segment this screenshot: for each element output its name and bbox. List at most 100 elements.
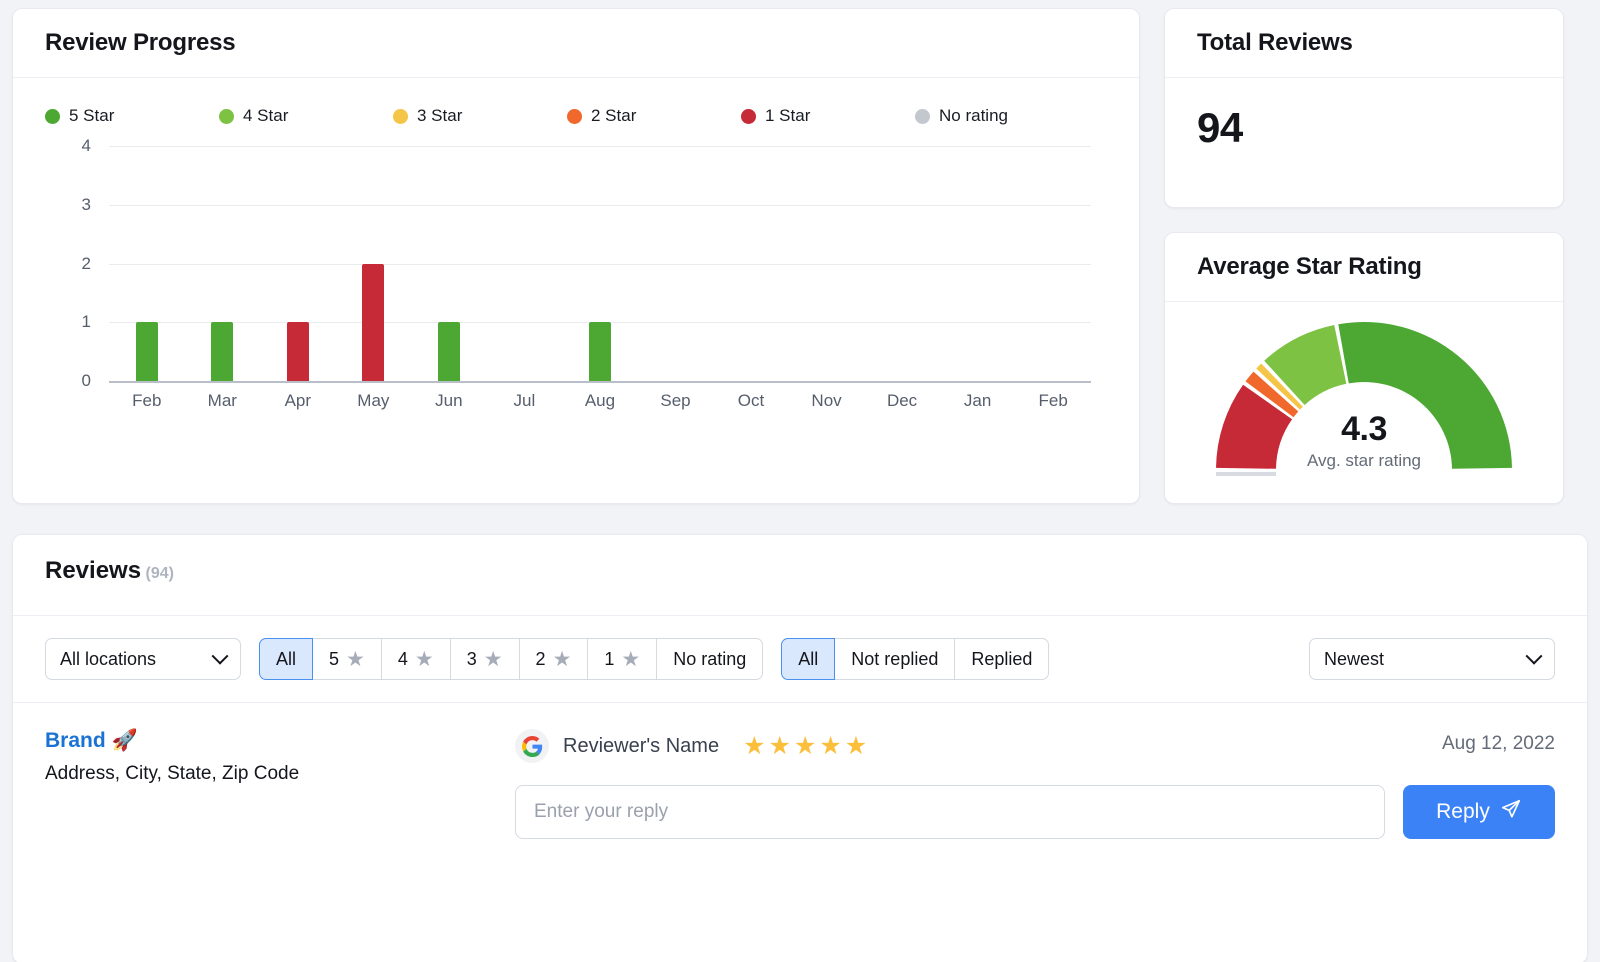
gauge-value: 4.3 <box>1341 410 1387 448</box>
top-section: Review Progress 5 Star 4 Star 3 Star 2 Star… <box>12 8 1588 504</box>
star-icon: ★ <box>621 647 641 671</box>
chart-x-tick: Nov <box>811 391 842 410</box>
chart-bar-slot <box>109 146 185 381</box>
chart-axis-line <box>109 381 1091 383</box>
legend-item: 1 Star <box>741 106 915 126</box>
chart-bar-slot <box>864 146 940 381</box>
chart-bar-slot <box>789 146 865 381</box>
total-reviews-value: 94 <box>1197 104 1243 151</box>
chart-x-tick: Dec <box>886 391 918 410</box>
reply-filter-group[interactable]: All Not replied Replied <box>781 638 1050 680</box>
chart-y-tick: 1 <box>81 312 91 332</box>
rating-filter-5[interactable]: 5 ★ <box>313 638 382 680</box>
legend-dot <box>915 108 930 124</box>
chart-x-tick: Oct <box>737 391 765 410</box>
review-date: Aug 12, 2022 <box>1441 733 1555 754</box>
rating-filter-2[interactable]: 2 ★ <box>519 638 589 680</box>
chart-y-tick: 2 <box>81 253 91 273</box>
location-filter-value: All locations <box>60 648 157 669</box>
review-star-rating: ★ ★ ★ ★ ★ <box>743 731 867 760</box>
review-row: Brand 🚀 Address, City, State, Zip Code R… <box>13 703 1587 839</box>
reply-filter-not-replied[interactable]: Not replied <box>835 638 956 680</box>
brand-address: Address, City, State, Zip Code <box>45 763 300 784</box>
rating-filter-4[interactable]: 4 ★ <box>381 638 451 680</box>
rating-filter-3[interactable]: 3 ★ <box>450 638 520 680</box>
average-rating-header: Average Star Rating <box>1165 233 1563 302</box>
chart-bar-slot <box>411 146 487 381</box>
rating-filter-group[interactable]: All 5 ★ 4 ★ 3 ★ 2 ★ 1 ★ No rating <box>259 638 764 680</box>
chart-bar[interactable] <box>588 322 611 381</box>
rating-filter-all[interactable]: All <box>259 638 314 680</box>
filter-label: Not replied <box>851 648 939 669</box>
star-icon: ★ <box>346 647 365 671</box>
reviewer-line: Reviewer's Name ★ ★ ★ ★ ★ <box>515 729 1555 763</box>
chart-legend: 5 Star 4 Star 3 Star 2 Star 1 Star No rating <box>13 78 1139 136</box>
reviewer-name: Reviewer's Name <box>563 734 720 757</box>
chart-bar[interactable] <box>135 322 158 381</box>
star-icon: ★ <box>483 647 503 671</box>
total-reviews-header: Total Reviews <box>1165 9 1563 78</box>
sort-select[interactable]: Newest <box>1309 638 1555 680</box>
legend-item: 3 Star <box>393 106 567 126</box>
chart-bar-slot <box>638 146 714 381</box>
legend-label: No rating <box>939 106 1008 125</box>
reply-button-label: Reply <box>1436 800 1490 823</box>
reviews-title: Reviews <box>45 557 142 584</box>
reply-filter-all[interactable]: All <box>781 638 836 680</box>
chart-bar-slot <box>562 146 638 381</box>
reply-row: Reply <box>515 785 1555 839</box>
filter-label: 4 <box>397 648 408 669</box>
chart-bar[interactable] <box>362 263 385 381</box>
filter-label: 2 <box>535 648 546 669</box>
chart-bars <box>109 146 1091 381</box>
filter-label: All <box>798 648 819 669</box>
legend-dot <box>45 108 60 124</box>
reply-input[interactable] <box>515 785 1385 839</box>
bar-chart: 0 1 2 3 4 Feb Mar Apr May Jun Jul Aug Sep Oct Nov Dec J… <box>13 136 1139 436</box>
gauge-baseline <box>1216 472 1276 476</box>
filter-label: 3 <box>466 648 477 669</box>
chart-x-tick: Mar <box>207 391 237 410</box>
average-rating-title: Average Star Rating <box>1197 253 1422 280</box>
gauge-chart: 4.3 Avg. star rating <box>1165 302 1563 502</box>
star-icon: ★ <box>819 731 842 760</box>
chart-x-tick: Jan <box>963 391 992 410</box>
chart-bar[interactable] <box>437 322 460 381</box>
chart-plot-area: 0 1 2 3 4 <box>82 136 1091 390</box>
chart-bar[interactable] <box>286 322 309 381</box>
review-content: Reviewer's Name ★★★★★ Reply <box>515 729 1555 839</box>
star-icon: ★ <box>414 647 434 671</box>
chart-bar-slot <box>260 146 336 381</box>
chart-bar-slot <box>487 146 563 381</box>
total-reviews-card: Total Reviews 94 <box>1164 8 1564 208</box>
legend-dot <box>393 108 408 124</box>
legend-item: 5 Star <box>45 106 219 126</box>
chart-bar-slot <box>1015 146 1091 381</box>
chart-y-tick: 3 <box>81 194 91 214</box>
chart-x-tick: Jul <box>513 391 536 410</box>
review-progress-header: Review Progress <box>13 9 1139 78</box>
chart-bar-slot <box>185 146 261 381</box>
rating-filter-no-rating[interactable]: No rating <box>657 638 764 680</box>
star-icon: ★ <box>768 731 791 760</box>
chart-bar[interactable] <box>211 322 234 381</box>
legend-dot <box>219 108 234 124</box>
gauge-caption: Avg. star rating <box>1306 451 1422 470</box>
filter-label: 5 <box>329 648 340 669</box>
brand-link[interactable]: Brand 🚀 <box>45 729 515 753</box>
rating-filter-1[interactable]: 1 ★ <box>588 638 658 680</box>
reply-button[interactable]: Reply <box>1403 785 1555 839</box>
send-icon <box>1500 798 1522 826</box>
google-icon <box>515 729 549 763</box>
filter-label: No rating <box>673 648 747 669</box>
legend-label: 1 Star <box>765 106 811 125</box>
sort-value: Newest <box>1324 648 1385 669</box>
reply-filter-replied[interactable]: Replied <box>955 638 1050 680</box>
location-filter-select[interactable]: All locations <box>45 638 241 680</box>
chevron-down-icon <box>211 647 229 665</box>
filter-label: All <box>276 648 297 669</box>
chart-bar-slot <box>940 146 1016 381</box>
chart-y-tick: 4 <box>81 136 91 155</box>
review-progress-card: Review Progress 5 Star 4 Star 3 Star 2 Star… <box>12 8 1140 504</box>
summary-column: Total Reviews 94 Average Star Rating 4.3… <box>1164 8 1564 504</box>
